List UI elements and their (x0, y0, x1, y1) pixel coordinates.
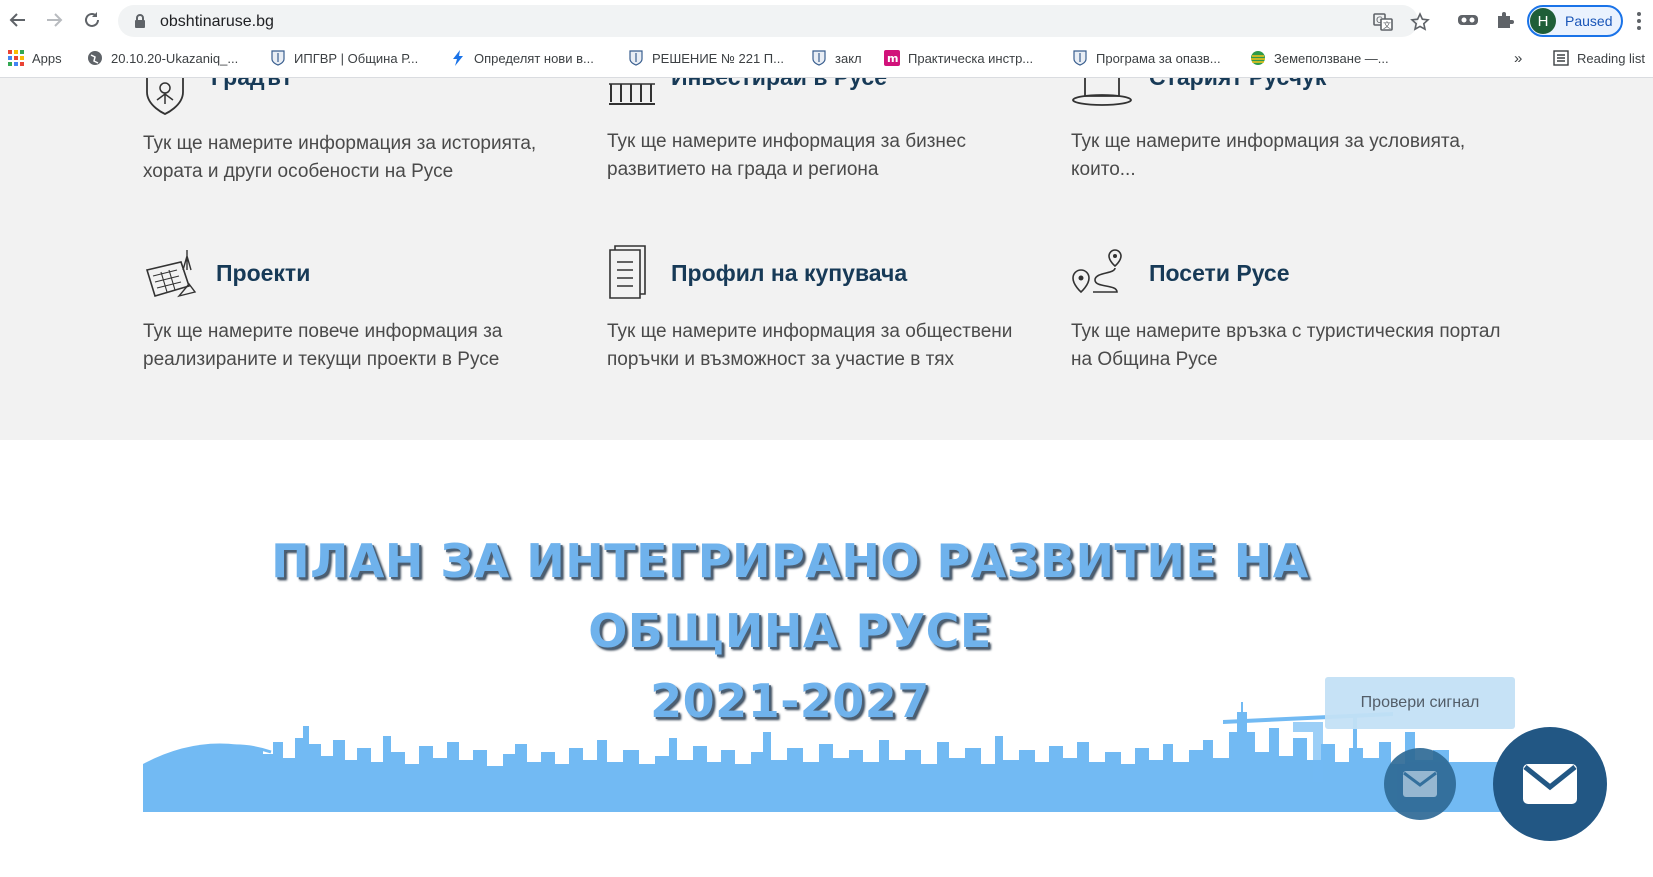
document-icon (609, 245, 646, 299)
card-description: Тук ще намерите повече информация за реа… (143, 321, 503, 370)
card-title: Инвестирай в Русе (671, 78, 887, 91)
bookmark-apps[interactable]: Apps (8, 50, 62, 66)
more-menu-icon[interactable] (1636, 11, 1642, 31)
bookmark-label: ИПГВР | Община Р... (294, 50, 419, 66)
columns-icon (609, 83, 655, 105)
bookmark-label: Определят нови в... (474, 50, 594, 66)
reading-list-label: Reading list (1577, 50, 1645, 66)
url-text[interactable]: obshtinaruse.bg (160, 13, 274, 31)
card-city[interactable]: Градът Тук ще намерите информация за ист… (143, 78, 583, 184)
city-skyline-illustration (143, 702, 1500, 812)
route-pin-icon (1072, 249, 1122, 294)
envelope-icon (1523, 764, 1577, 804)
card-description: Тук ще намерите информация за историята,… (143, 133, 537, 182)
card-description: Тук ще намерите информация за бизнес раз… (607, 131, 966, 180)
services-section: Градът Тук ще намерите информация за ист… (0, 78, 1653, 440)
card-title: Профил на купувача (671, 260, 908, 286)
card-title: Градът (211, 78, 292, 91)
bookmark-label: Практическа инстр... (908, 50, 1034, 66)
apps-grid-icon (8, 50, 24, 66)
bookmark-label: РЕШЕНИЕ № 221 П... (652, 50, 784, 66)
reload-button[interactable] (80, 8, 104, 32)
card-old-ruschuk[interactable]: Старият Русчук Тук ще намерите информаци… (1071, 78, 1511, 184)
card-invest[interactable]: Инвестирай в Русе Тук ще намерите информ… (607, 78, 1047, 184)
plan-title-line2: ОБЩИНА РУСЕ (588, 604, 992, 658)
bookmark-item[interactable]: ИПГВР | Община Р... (270, 50, 418, 66)
card-projects[interactable]: Проекти Тук ще намерите повече информаци… (143, 246, 583, 376)
bookmark-item[interactable]: РЕШЕНИЕ № 221 П... (628, 50, 784, 66)
card-visit-ruse[interactable]: Посети Русе Тук ще намерите връзка с тур… (1071, 246, 1511, 376)
card-description: Тук ще намерите връзка с туристическия п… (1071, 321, 1501, 370)
crest-icon (146, 78, 184, 115)
card-description: Тук ще намерите информация за обществени… (607, 321, 1013, 370)
translate-icon[interactable]: G文 (1373, 12, 1393, 32)
forward-arrow-icon (47, 13, 63, 27)
avatar: H (1530, 8, 1556, 34)
extension-glasses-icon[interactable] (1457, 9, 1479, 31)
ruse-crest-icon (1072, 50, 1088, 66)
star-icon[interactable] (1410, 12, 1430, 32)
card-title: Старият Русчук (1149, 78, 1326, 91)
card-buyer-profile[interactable]: Профил на купувача Тук ще намерите инфор… (607, 244, 1047, 374)
reading-list-icon (1553, 50, 1569, 66)
bolt-icon (450, 50, 466, 66)
bookmark-label: 20.10.20-Ukazaniq_... (111, 50, 239, 66)
address-bar[interactable]: obshtinaruse.bg G文 (118, 5, 1430, 37)
lock-icon (135, 14, 145, 28)
globe-stripes-icon (1250, 50, 1266, 66)
bookmark-label: Програма за опазв... (1096, 50, 1221, 66)
profile-status: Paused (1565, 13, 1613, 29)
bookmark-item[interactable]: m Практическа инстр... (884, 50, 1033, 66)
svg-text:文: 文 (1383, 20, 1391, 30)
mail-widget-small[interactable] (1384, 748, 1456, 820)
bookmark-label: Земеползване —... (1274, 50, 1389, 66)
hat-icon (1072, 78, 1132, 106)
plan-title-line1: ПЛАН ЗА ИНТЕГРИРАНО РАЗВИТИЕ НА (271, 534, 1309, 588)
bookmark-item[interactable]: Определят нови в... (450, 50, 594, 66)
reload-icon (85, 12, 99, 27)
bookmarks-overflow-button[interactable]: » (1514, 50, 1522, 67)
m-logo-icon: m (884, 50, 900, 66)
forward-button[interactable] (42, 8, 66, 32)
extensions-puzzle-icon[interactable] (1494, 9, 1516, 31)
ruse-crest-icon (270, 50, 286, 66)
bookmark-item[interactable]: Земеползване —... (1250, 50, 1389, 66)
profile-button[interactable]: H Paused (1527, 5, 1623, 37)
envelope-icon (1403, 771, 1437, 797)
bookmark-item[interactable]: Програма за опазв... (1072, 50, 1221, 66)
blueprint-icon (145, 250, 197, 298)
bookmarks-bar: Apps 20.10.20-Ukazaniq_... ИПГВР | Общин… (0, 42, 1653, 78)
mail-chat-button[interactable] (1493, 727, 1607, 841)
svg-text:m: m (887, 52, 898, 65)
ruse-crest-icon (628, 50, 644, 66)
reading-list-button[interactable]: Reading list (1553, 50, 1645, 66)
bookmark-item[interactable]: закл (811, 50, 862, 66)
bookmark-item[interactable]: 20.10.20-Ukazaniq_... (87, 50, 238, 66)
globe-icon (87, 50, 103, 66)
check-signal-button[interactable]: Провери сигнал (1325, 677, 1515, 729)
bookmark-label: закл (835, 50, 862, 66)
card-title: Посети Русе (1149, 260, 1290, 286)
bookmark-label: Apps (32, 50, 62, 66)
card-description: Тук ще намерите информация за условията,… (1071, 131, 1466, 180)
ruse-crest-icon (811, 50, 827, 66)
browser-toolbar: obshtinaruse.bg G文 H Paused (0, 0, 1653, 42)
card-title: Проекти (216, 260, 311, 286)
plan-banner[interactable]: ПЛАН ЗА ИНТЕГРИРАНО РАЗВИТИЕ НА ОБЩИНА Р… (0, 440, 1653, 877)
back-button[interactable] (6, 8, 30, 32)
back-arrow-icon (9, 13, 25, 27)
